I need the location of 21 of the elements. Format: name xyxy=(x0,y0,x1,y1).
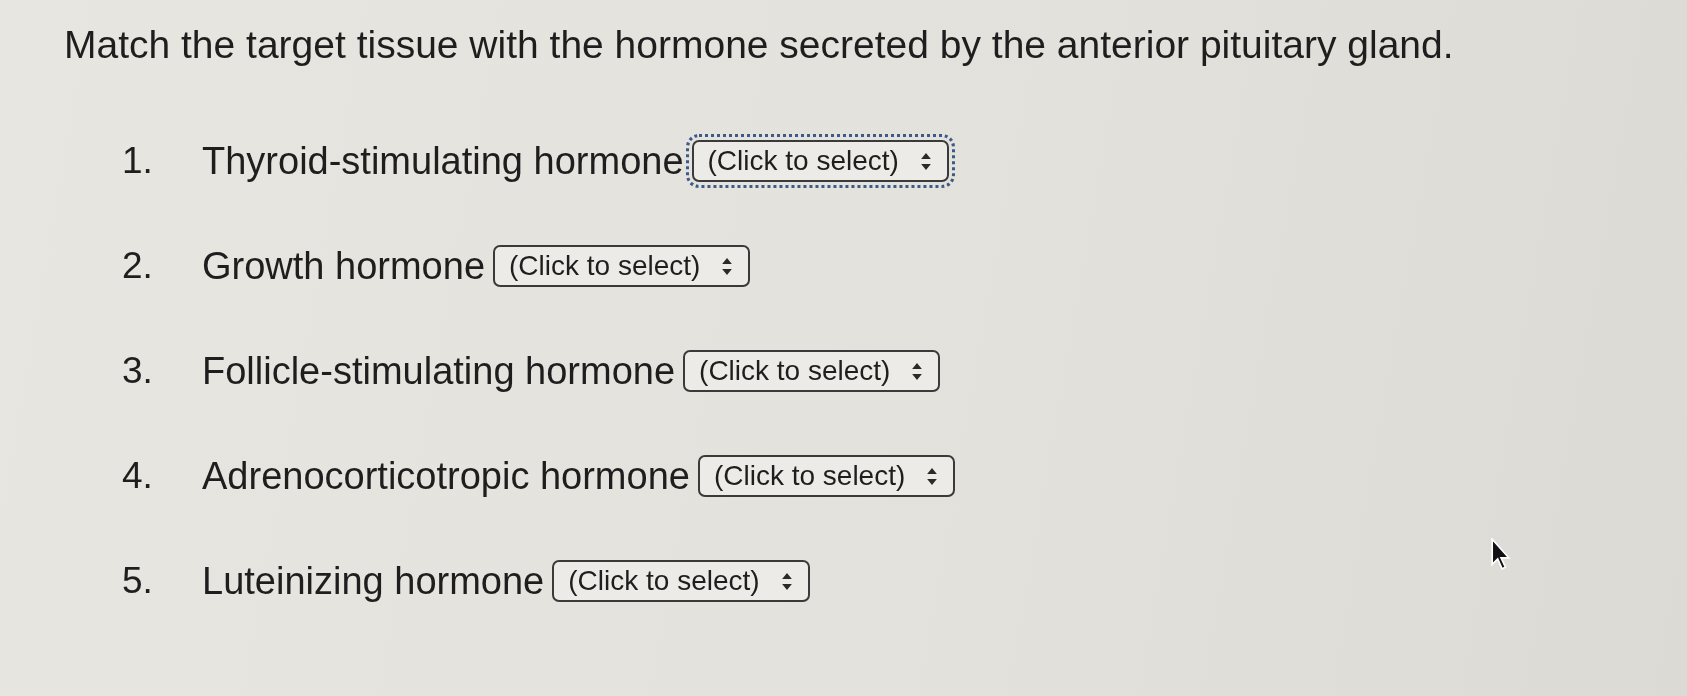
select-dropdown[interactable]: (Click to select) xyxy=(493,245,751,287)
up-down-arrows-icon xyxy=(927,467,938,485)
item-number: 5. xyxy=(122,560,154,602)
item-number: 1. xyxy=(122,140,154,182)
question-instruction: Match the target tissue with the hormone secreted by the anterior pituitary gland. xyxy=(64,22,1455,68)
hormone-label: Luteinizing hormone xyxy=(202,559,545,603)
select-dropdown[interactable]: (Click to select) xyxy=(683,350,941,392)
item-number: 2. xyxy=(122,245,154,287)
hormone-label: Follicle-stimulating hormone xyxy=(202,349,676,393)
select-dropdown[interactable]: (Click to select) xyxy=(552,560,810,602)
hormone-label: Growth hormone xyxy=(202,244,485,288)
item-number: 4. xyxy=(122,455,154,497)
hormone-label: Thyroid-stimulating hormone xyxy=(202,139,684,183)
up-down-arrows-icon xyxy=(781,572,792,590)
up-down-arrows-icon xyxy=(722,257,733,275)
select-dropdown[interactable]: (Click to select) xyxy=(697,455,956,497)
mouse-pointer-icon xyxy=(1490,538,1512,571)
up-down-arrows-icon xyxy=(920,152,931,170)
up-down-arrows-icon xyxy=(912,362,923,380)
hormone-label: Adrenocorticotropic hormone xyxy=(202,454,690,498)
item-number: 3. xyxy=(122,350,154,392)
